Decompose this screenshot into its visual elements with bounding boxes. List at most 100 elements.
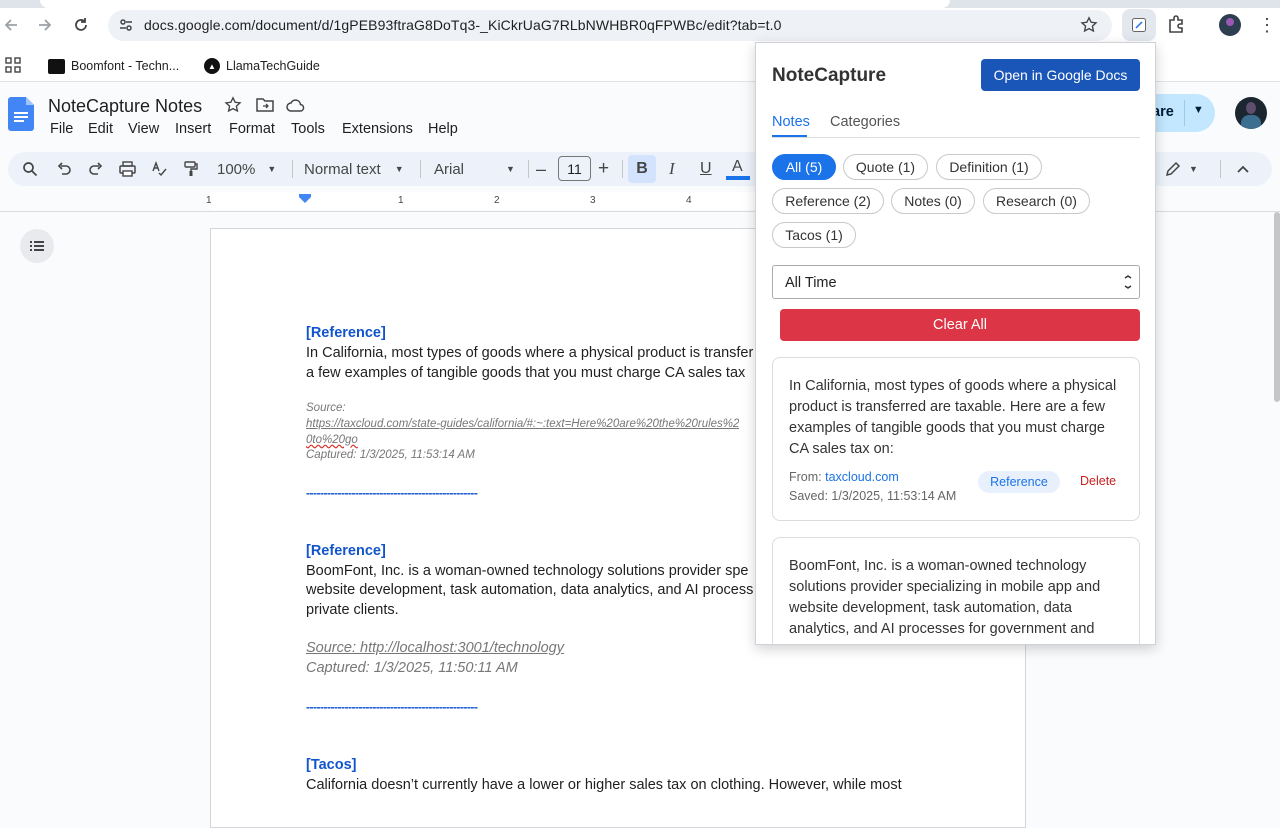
zoom-value: 100%	[217, 160, 256, 178]
filter-chip-research[interactable]: Research (0)	[983, 188, 1090, 214]
note-line: solutions provider specializing in mobil…	[789, 579, 1101, 595]
back-icon[interactable]	[0, 14, 22, 36]
note-text-line: In California, most types of goods where…	[306, 345, 754, 361]
text-color-label: A	[732, 158, 743, 175]
chevron-down-icon: ▼	[394, 164, 404, 174]
active-tab-indicator	[772, 135, 807, 137]
extensions-puzzle-icon[interactable]	[1166, 14, 1186, 39]
note-text-line: private clients.	[306, 602, 399, 618]
filter-chip-notes[interactable]: Notes (0)	[891, 188, 975, 214]
menu-extensions[interactable]: Extensions	[342, 121, 413, 137]
document-outline-button[interactable]	[20, 229, 54, 263]
browser-menu-icon[interactable]: ⋮	[1258, 14, 1276, 36]
note-line: BoomFont, Inc. is a woman-owned technolo…	[789, 558, 1087, 574]
style-select[interactable]: Normal text ▼	[304, 158, 404, 180]
cloud-saved-icon	[286, 97, 306, 118]
indent-marker[interactable]	[299, 194, 311, 204]
underline-button[interactable]: U	[700, 158, 712, 180]
ruler-number: 1	[206, 195, 212, 206]
from-label: From:	[789, 470, 822, 484]
clear-all-button[interactable]: Clear All	[780, 309, 1140, 341]
source-link[interactable]: 0to%20go	[306, 434, 358, 446]
note-source: From: taxcloud.com	[789, 470, 899, 484]
time-filter-select[interactable]: All Time	[772, 265, 1140, 299]
site-info-icon[interactable]	[118, 17, 134, 38]
note-line: website development, task automation, da…	[789, 600, 1072, 616]
bookmark-label: LlamaTechGuide	[226, 59, 320, 73]
bookmark-label: Boomfont - Techn...	[71, 59, 180, 73]
profile-avatar[interactable]	[1219, 14, 1241, 36]
chevron-down-icon: ▼	[267, 164, 277, 174]
delete-note-button[interactable]: Delete	[1080, 474, 1116, 488]
notecapture-extension-icon[interactable]	[1122, 9, 1156, 41]
note-text-line: website development, task automation, da…	[306, 582, 754, 598]
increase-font-size-icon[interactable]: +	[598, 158, 609, 180]
address-bar[interactable]: docs.google.com/document/d/1gPEB93ftraG8…	[108, 10, 1112, 41]
note-saved-time: Saved: 1/3/2025, 11:53:14 AM	[789, 489, 957, 503]
search-menus-icon[interactable]	[22, 158, 38, 180]
italic-button[interactable]: I	[669, 158, 675, 180]
share-dropdown-icon[interactable]: ▼	[1193, 104, 1204, 116]
style-value: Normal text	[304, 160, 381, 178]
menu-tools[interactable]: Tools	[291, 121, 325, 137]
chevron-down-icon	[1123, 275, 1133, 294]
editing-mode-pencil-icon[interactable]: ▼	[1165, 158, 1198, 180]
note-card[interactable]: In California, most types of goods where…	[772, 357, 1140, 521]
popup-title: NoteCapture	[772, 65, 887, 86]
chevron-down-icon: ▼	[506, 164, 515, 174]
font-value: Arial	[434, 160, 465, 178]
page-scrollbar[interactable]	[1273, 212, 1280, 800]
notecapture-popup: NoteCapture Open in Google Docs Notes Ca…	[755, 42, 1156, 645]
bookmark-boomfont[interactable]: Boomfont - Techn...	[48, 54, 179, 78]
bold-button[interactable]: B	[628, 155, 656, 183]
font-select[interactable]: Arial ▼	[434, 158, 515, 180]
menu-view[interactable]: View	[128, 121, 159, 137]
filter-chip-reference[interactable]: Reference (2)	[772, 188, 884, 214]
note-card[interactable]: BoomFont, Inc. is a woman-owned technolo…	[772, 537, 1140, 644]
menu-file[interactable]: File	[50, 121, 73, 137]
move-folder-icon[interactable]	[256, 97, 274, 118]
note-text-line: BoomFont, Inc. is a woman-owned technolo…	[306, 563, 749, 579]
forward-icon[interactable]	[34, 14, 56, 36]
bookmark-star-icon[interactable]	[1080, 16, 1098, 39]
filter-chip-all[interactable]: All (5)	[772, 154, 836, 180]
note-line: product is transferred are taxable. Here…	[789, 399, 1105, 415]
chevron-down-icon: ▼	[1189, 164, 1198, 174]
menu-edit[interactable]: Edit	[88, 121, 113, 137]
paint-format-icon[interactable]	[183, 158, 199, 180]
note-text-line: California doesn’t currently have a lowe…	[306, 777, 902, 793]
star-icon[interactable]	[224, 96, 242, 119]
font-size-input[interactable]: 11	[558, 156, 591, 181]
open-in-google-docs-button[interactable]: Open in Google Docs	[981, 59, 1140, 91]
print-icon[interactable]	[119, 158, 136, 180]
bookmark-llamatechguide[interactable]: ▲ LlamaTechGuide	[204, 54, 320, 78]
tab-categories[interactable]: Categories	[830, 114, 900, 130]
undo-icon[interactable]	[56, 158, 72, 180]
menu-insert[interactable]: Insert	[175, 121, 211, 137]
zoom-select[interactable]: 100% ▼	[217, 158, 276, 180]
document-title[interactable]: NoteCapture Notes	[48, 96, 202, 117]
url-text[interactable]: docs.google.com/document/d/1gPEB93ftraG8…	[144, 17, 782, 33]
source-link[interactable]: Source: http://localhost:3001/technology	[306, 640, 564, 656]
filter-chip-quote[interactable]: Quote (1)	[843, 154, 928, 180]
note-line: CA sales tax on:	[789, 441, 894, 457]
apps-grid-icon[interactable]	[5, 57, 21, 78]
source-link[interactable]: https://taxcloud.com/state-guides/califo…	[306, 418, 739, 430]
filter-chip-definition[interactable]: Definition (1)	[936, 154, 1042, 180]
filter-chip-tacos[interactable]: Tacos (1)	[772, 222, 856, 248]
tab-strip	[0, 0, 1280, 8]
source-label: Source:	[306, 402, 346, 414]
account-avatar[interactable]	[1235, 97, 1267, 129]
menu-help[interactable]: Help	[428, 121, 458, 137]
menu-format[interactable]: Format	[229, 121, 275, 137]
source-domain-link[interactable]: taxcloud.com	[825, 470, 899, 484]
note-card-text: In California, most types of goods where…	[789, 376, 1116, 460]
decrease-font-size-icon[interactable]: –	[536, 158, 546, 180]
reload-icon[interactable]	[70, 14, 92, 36]
hide-menus-chevron-up-icon[interactable]	[1236, 158, 1250, 180]
docs-logo-icon[interactable]	[8, 97, 34, 131]
spellcheck-icon[interactable]	[151, 158, 167, 180]
category-badge: Reference	[978, 471, 1060, 493]
redo-icon[interactable]	[88, 158, 104, 180]
tab-notes[interactable]: Notes	[772, 114, 810, 130]
